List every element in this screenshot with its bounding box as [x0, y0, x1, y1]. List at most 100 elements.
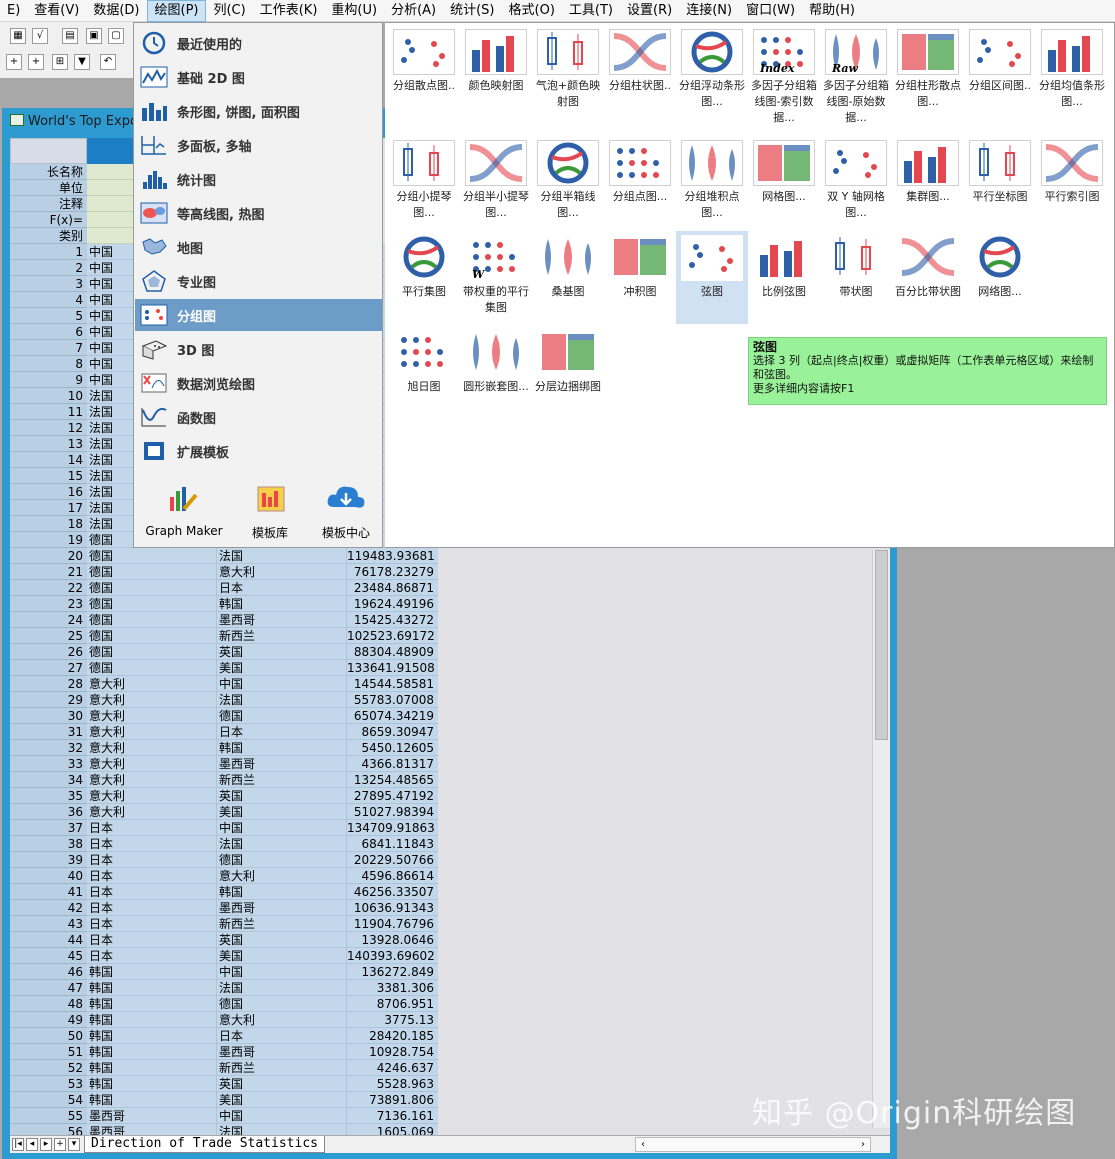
table-row[interactable]: 47 韩国 法国 3381.306 — [10, 980, 438, 996]
table-cell[interactable]: 新西兰 — [217, 772, 347, 788]
table-cell[interactable]: 日本 — [87, 916, 217, 932]
table-row[interactable]: 27 德国 美国 133641.91508 — [10, 660, 438, 676]
table-cell[interactable]: 4366.81317 — [347, 756, 438, 772]
menu-item[interactable]: 窗口(W) — [739, 0, 802, 22]
table-cell[interactable]: 日本 — [87, 836, 217, 852]
table-row[interactable]: 51 韩国 墨西哥 10928.754 — [10, 1044, 438, 1060]
gallery-item[interactable]: 平行集图 — [388, 231, 460, 300]
vertical-scrollbar[interactable] — [872, 550, 890, 1128]
table-cell[interactable]: 15425.43272 — [347, 612, 438, 628]
gallery-item[interactable]: 分组均值条形图... — [1036, 25, 1108, 110]
row-number[interactable]: 44 — [10, 932, 87, 948]
row-number[interactable]: 9 — [10, 372, 87, 388]
menu-item[interactable]: 分析(A) — [384, 0, 443, 22]
row-number[interactable]: 53 — [10, 1076, 87, 1092]
gallery-item[interactable]: 旭日图 — [388, 326, 460, 395]
table-cell[interactable]: 134709.91863 — [347, 820, 438, 836]
table-cell[interactable]: 13928.0646 — [347, 932, 438, 948]
table-cell[interactable]: 韩国 — [87, 1028, 217, 1044]
gallery-item[interactable]: 分组小提琴图... — [388, 136, 460, 221]
gallery-item[interactable]: 网格图... — [748, 136, 820, 205]
sheet-corner[interactable] — [10, 138, 87, 164]
plot-menu-item[interactable]: 最近使用的 — [135, 27, 382, 59]
table-cell[interactable]: 新西兰 — [217, 916, 347, 932]
gallery-item[interactable]: 分组区间图.. — [964, 25, 1036, 94]
sheet-tab[interactable]: Direction of Trade Statistics — [84, 1136, 325, 1153]
gallery-item[interactable]: 多因子分组箱线图-索引数据... — [748, 25, 820, 126]
table-cell[interactable]: 德国 — [87, 548, 217, 564]
gallery-item[interactable]: 分组柱状图.. — [604, 25, 676, 94]
table-cell[interactable]: 韩国 — [87, 964, 217, 980]
table-cell[interactable]: 46256.33507 — [347, 884, 438, 900]
table-cell[interactable]: 德国 — [87, 596, 217, 612]
plot-menu-item[interactable]: 等高线图, 热图 — [135, 197, 382, 229]
table-cell[interactable]: 65074.34219 — [347, 708, 438, 724]
table-cell[interactable]: 德国 — [87, 612, 217, 628]
menu-item[interactable]: 连接(N) — [679, 0, 739, 22]
table-row[interactable]: 42 日本 墨西哥 10636.91343 — [10, 900, 438, 916]
row-number[interactable]: 38 — [10, 836, 87, 852]
table-cell[interactable]: 中国 — [217, 820, 347, 836]
row-number[interactable]: 6 — [10, 324, 87, 340]
table-cell[interactable]: 美国 — [217, 660, 347, 676]
plot-menu-item[interactable]: 函数图 — [135, 401, 382, 433]
gallery-item[interactable]: 冲积图 — [604, 231, 676, 300]
row-number[interactable]: 4 — [10, 292, 87, 308]
table-cell[interactable]: 英国 — [217, 1076, 347, 1092]
table-cell[interactable]: 德国 — [217, 852, 347, 868]
table-cell[interactable]: 133641.91508 — [347, 660, 438, 676]
row-number[interactable]: 16 — [10, 484, 87, 500]
table-cell[interactable]: 意大利 — [87, 692, 217, 708]
gallery-item[interactable]: 分组半小提琴图... — [460, 136, 532, 221]
table-cell[interactable]: 法国 — [217, 980, 347, 996]
gallery-item[interactable]: 分组柱形散点图... — [892, 25, 964, 110]
row-number[interactable]: 48 — [10, 996, 87, 1012]
plot-menu-item[interactable]: 统计图 — [135, 163, 382, 195]
table-cell[interactable]: 墨西哥 — [87, 1108, 217, 1124]
plot-menu-tool[interactable]: 模板库 — [234, 483, 306, 541]
plot-menu-item[interactable]: 扩展模板 — [135, 435, 382, 467]
table-row[interactable]: 37 日本 中国 134709.91863 — [10, 820, 438, 836]
row-number[interactable]: 25 — [10, 628, 87, 644]
sqrt-icon[interactable]: √ — [32, 28, 48, 44]
table-cell[interactable]: 日本 — [87, 868, 217, 884]
property-label[interactable]: 类别 — [10, 228, 87, 244]
menu-item[interactable]: 重构(U) — [324, 0, 384, 22]
table-cell[interactable]: 日本 — [87, 932, 217, 948]
row-number[interactable]: 1 — [10, 244, 87, 260]
table-cell[interactable]: 8706.951 — [347, 996, 438, 1012]
menu-item[interactable]: 帮助(H) — [802, 0, 862, 22]
gallery-item[interactable]: 分组点图... — [604, 136, 676, 205]
table-cell[interactable]: 88304.48909 — [347, 644, 438, 660]
table-row[interactable]: 53 韩国 英国 5528.963 — [10, 1076, 438, 1092]
table-cell[interactable]: 美国 — [217, 1092, 347, 1108]
menu-item[interactable]: 列(C) — [206, 0, 252, 22]
table-row[interactable]: 44 日本 英国 13928.0646 — [10, 932, 438, 948]
add-alt-icon[interactable]: + — [28, 54, 44, 70]
table-cell[interactable]: 韩国 — [87, 980, 217, 996]
add-sheet-button[interactable]: + — [54, 1138, 66, 1151]
row-number[interactable]: 8 — [10, 356, 87, 372]
plot-menu-item[interactable]: 基础 2D 图 — [135, 61, 382, 93]
table-cell[interactable]: 韩国 — [87, 996, 217, 1012]
table-row[interactable]: 43 日本 新西兰 11904.76796 — [10, 916, 438, 932]
gallery-item[interactable]: 颜色映射图 — [460, 25, 532, 94]
row-number[interactable]: 29 — [10, 692, 87, 708]
table-row[interactable]: 29 意大利 法国 55783.07008 — [10, 692, 438, 708]
table-cell[interactable]: 意大利 — [217, 564, 347, 580]
gallery-item[interactable]: 比例弦图 — [748, 231, 820, 300]
table-cell[interactable]: 8659.30947 — [347, 724, 438, 740]
table-row[interactable]: 35 意大利 英国 27895.47192 — [10, 788, 438, 804]
gallery-item[interactable]: 百分比带状图 — [892, 231, 964, 300]
menu-item[interactable]: 工作表(K) — [253, 0, 325, 22]
table-row[interactable]: 48 韩国 德国 8706.951 — [10, 996, 438, 1012]
table-row[interactable]: 32 意大利 韩国 5450.12605 — [10, 740, 438, 756]
row-number[interactable]: 42 — [10, 900, 87, 916]
table-cell[interactable]: 4246.637 — [347, 1060, 438, 1076]
table-cell[interactable]: 20229.50766 — [347, 852, 438, 868]
table-cell[interactable]: 英国 — [217, 932, 347, 948]
table-row[interactable]: 33 意大利 墨西哥 4366.81317 — [10, 756, 438, 772]
row-number[interactable]: 31 — [10, 724, 87, 740]
table-cell[interactable]: 韩国 — [217, 884, 347, 900]
row-number[interactable]: 41 — [10, 884, 87, 900]
